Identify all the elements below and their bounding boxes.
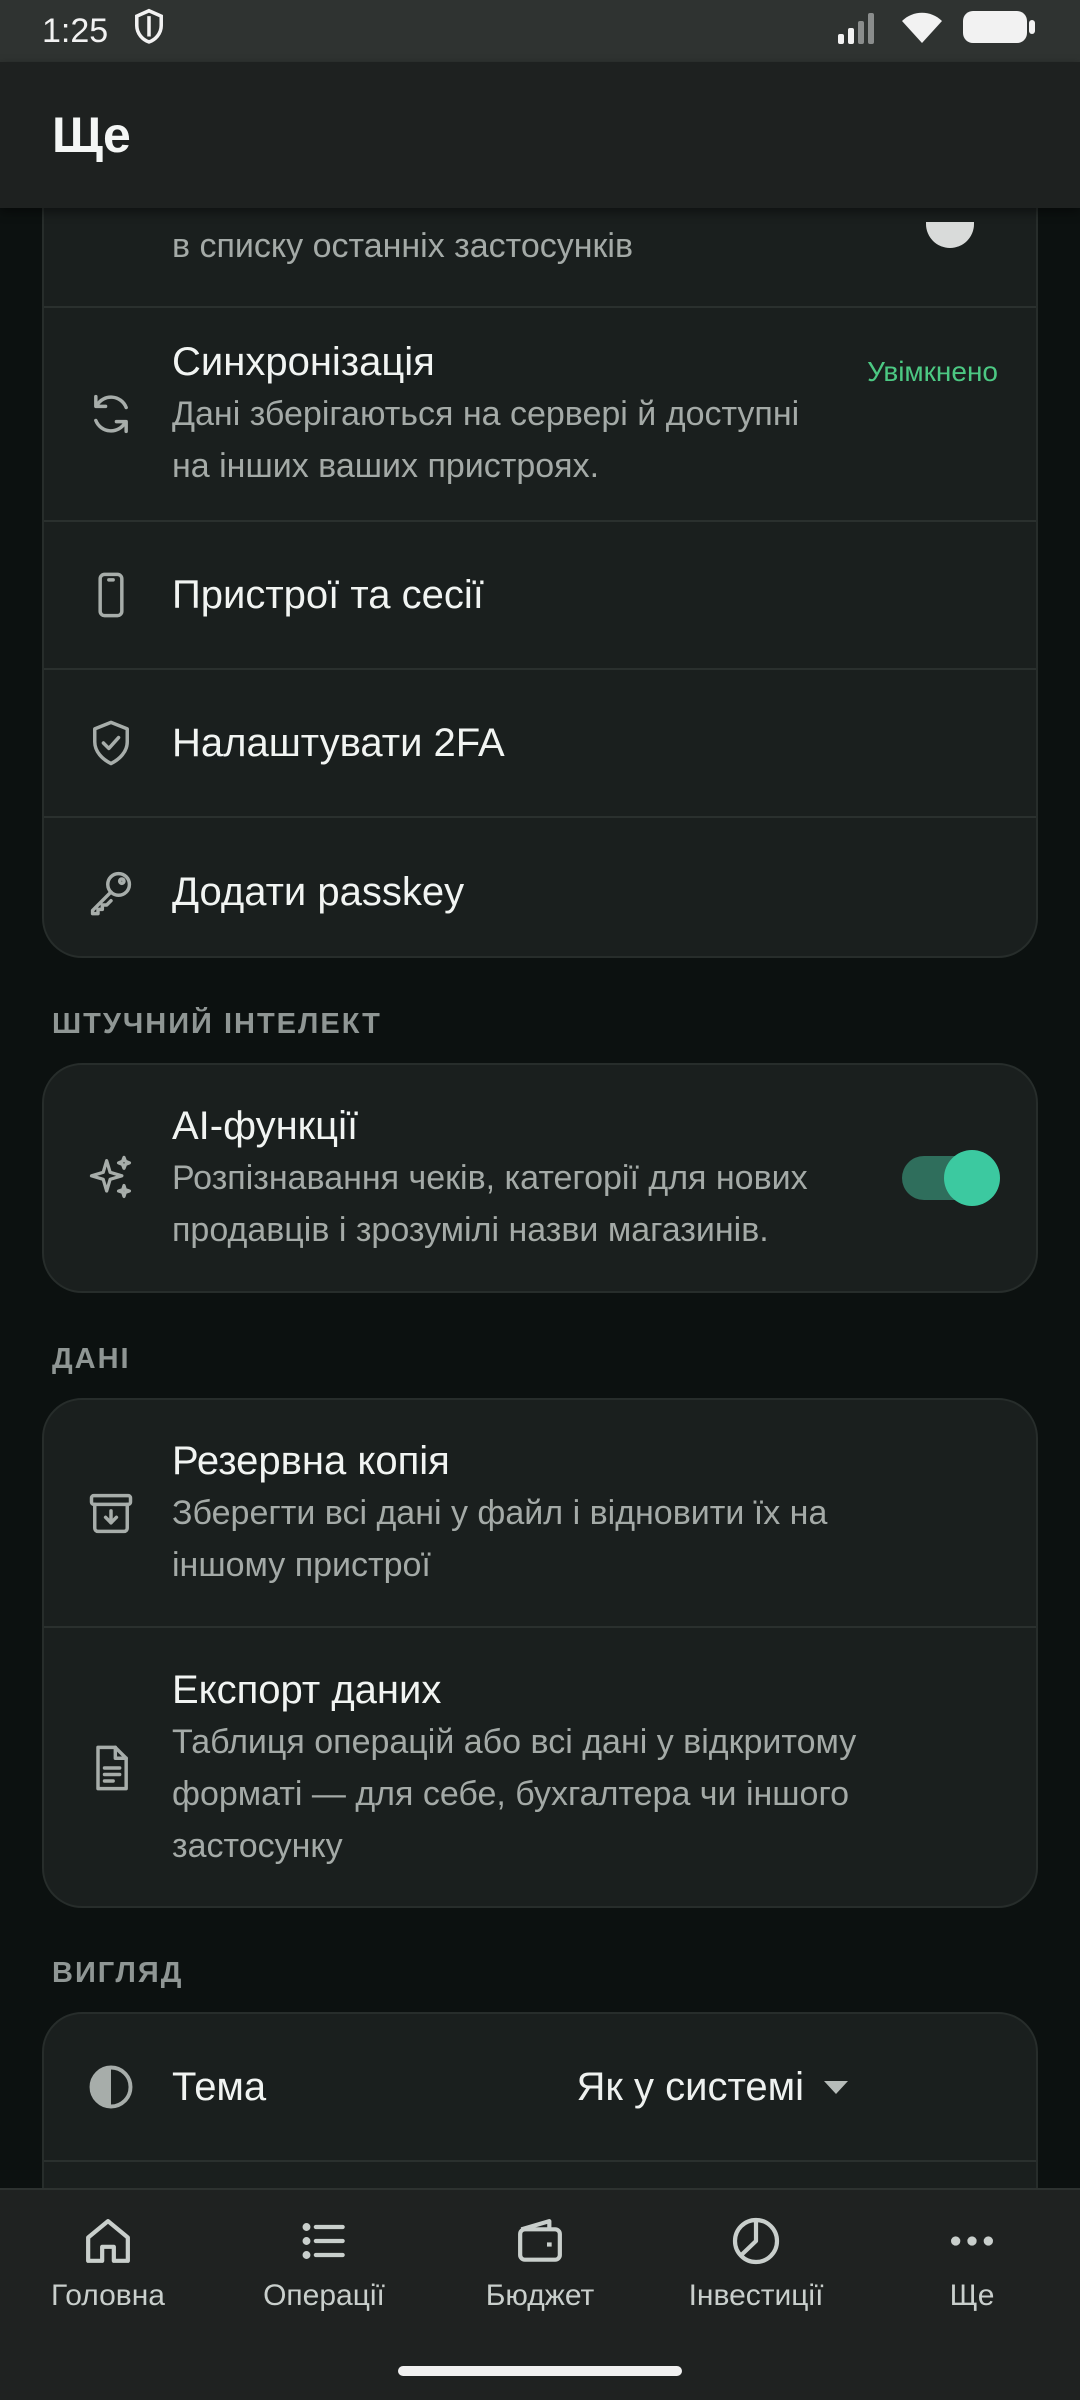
archive-icon	[82, 1484, 140, 1542]
nav-budget[interactable]: Бюджет	[432, 2190, 648, 2336]
nav-investments[interactable]: Інвестиції	[648, 2190, 864, 2336]
devices-sessions-row[interactable]: Пристрої та сесії	[44, 522, 1036, 670]
app-bar: Ще	[0, 62, 1080, 208]
section-label-data: ДАНІ	[52, 1343, 131, 1375]
ai-features-toggle[interactable]	[902, 1150, 1000, 1206]
section-label-ai: ШТУЧНИЙ ІНТЕЛЕКТ	[52, 1008, 382, 1040]
add-passkey-row[interactable]: Додати passkey	[44, 818, 1036, 956]
caret-down-icon	[824, 2080, 848, 2094]
add-passkey-title: Додати passkey	[172, 870, 465, 914]
pie-chart-icon	[732, 2217, 780, 2265]
settings-scroll-area[interactable]: в списку останніх застосунків Синхроніза…	[0, 208, 1080, 2188]
next-setting-row[interactable]	[44, 2162, 1036, 2188]
backup-title: Резервна копія	[172, 1439, 450, 1483]
section-label-appearance: ВИГЛЯД	[52, 1957, 184, 1989]
backup-row[interactable]: Резервна копія Зберегти всі дані у файл …	[44, 1400, 1036, 1628]
appearance-card: Тема Як у системі	[42, 2012, 1038, 2188]
backup-description: Зберегти всі дані у файл і відновити їх …	[172, 1494, 828, 1584]
gesture-area	[0, 2336, 1080, 2400]
home-gesture-bar[interactable]	[398, 2366, 682, 2376]
phone-icon	[82, 566, 140, 624]
status-bar: 1:25	[0, 0, 1080, 62]
page-title: Ще	[52, 107, 131, 163]
toggle-knob	[944, 1150, 1000, 1206]
contrast-icon	[82, 2058, 140, 2116]
theme-dropdown-value: Як у системі	[576, 2064, 804, 2109]
bottom-navigation: Головна Операції Бюджет Інвестиції Ще	[0, 2188, 1080, 2336]
recent-apps-row[interactable]: в списку останніх застосунків	[44, 208, 1036, 308]
signal-icon	[836, 10, 882, 53]
ai-features-title: AI-функції	[172, 1104, 359, 1148]
setup-2fa-title: Налаштувати 2FA	[172, 721, 505, 765]
nav-operations-label: Операції	[263, 2279, 385, 2312]
ai-features-row[interactable]: AI-функції Розпізнавання чеків, категорі…	[44, 1065, 1036, 1291]
nav-investments-label: Інвестиції	[688, 2279, 824, 2312]
security-card: в списку останніх застосунків Синхроніза…	[42, 208, 1038, 958]
wifi-icon	[900, 9, 944, 54]
more-icon	[951, 2236, 993, 2246]
nav-operations[interactable]: Операції	[216, 2190, 432, 2336]
data-card: Резервна копія Зберегти всі дані у файл …	[42, 1398, 1038, 1908]
sync-status-badge: Увімкнено	[867, 356, 998, 387]
nav-home[interactable]: Головна	[0, 2190, 216, 2336]
wallet-icon	[518, 2219, 562, 2262]
ai-features-description: Розпізнавання чеків, категорії для нових…	[172, 1159, 808, 1249]
key-icon	[82, 863, 140, 921]
document-icon	[82, 1739, 140, 1797]
setup-2fa-row[interactable]: Налаштувати 2FA	[44, 670, 1036, 818]
nav-more-label: Ще	[949, 2279, 995, 2312]
status-time: 1:25	[42, 11, 109, 50]
battery-icon	[962, 9, 1038, 54]
shield-status-icon	[132, 8, 166, 55]
export-data-row[interactable]: Експорт даних Таблиця операцій або всі д…	[44, 1628, 1036, 1906]
nav-home-label: Головна	[51, 2279, 165, 2312]
nav-more[interactable]: Ще	[864, 2190, 1080, 2336]
theme-title: Тема	[172, 2065, 267, 2109]
sync-icon	[82, 385, 140, 443]
sync-row[interactable]: Синхронізація Дані зберігаються на серве…	[44, 308, 1036, 522]
home-icon	[86, 2219, 130, 2263]
sync-description: Дані зберігаються на сервері й доступні …	[172, 395, 800, 485]
export-data-title: Експорт даних	[172, 1668, 442, 1712]
theme-dropdown[interactable]: Як у системі	[577, 2065, 848, 2110]
devices-sessions-title: Пристрої та сесії	[172, 573, 484, 617]
list-icon	[302, 2223, 345, 2259]
shield-check-icon	[82, 714, 140, 772]
export-data-description: Таблиця операцій або всі дані у відкрито…	[172, 1723, 857, 1865]
sparkles-icon	[82, 1149, 140, 1207]
nav-budget-label: Бюджет	[485, 2279, 595, 2312]
recent-apps-description: в списку останніх застосунків	[172, 227, 634, 265]
theme-row[interactable]: Тема Як у системі	[44, 2014, 1036, 2162]
ai-card: AI-функції Розпізнавання чеків, категорі…	[42, 1063, 1038, 1293]
